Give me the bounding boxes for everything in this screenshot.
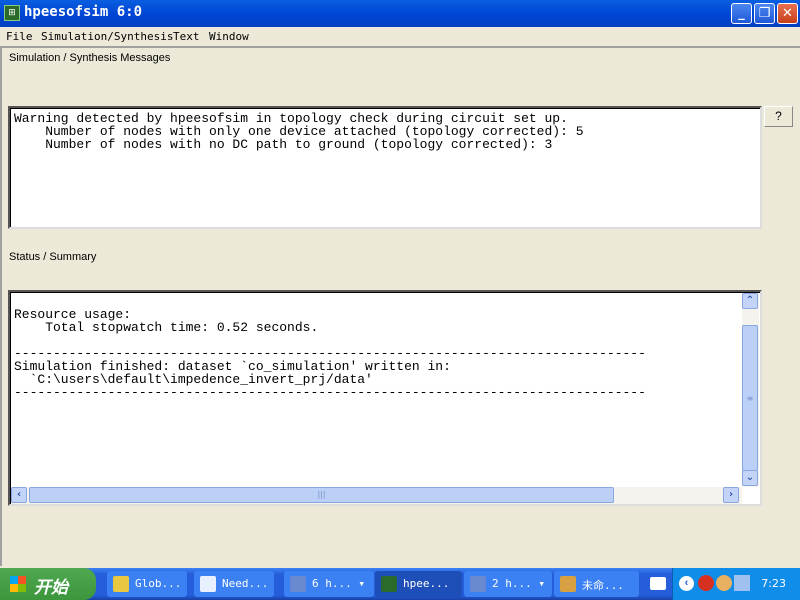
task-label: hpee... [403, 577, 450, 590]
task-glob[interactable]: Glob... [107, 571, 187, 597]
clock[interactable]: 7:23 [761, 577, 786, 590]
tray-app-icon[interactable] [716, 575, 732, 591]
ie-icon [200, 576, 216, 592]
menu-file[interactable]: File [6, 30, 33, 43]
ads-icon [470, 576, 486, 592]
task-label: Need... [222, 577, 269, 590]
window-title: hpeesofsim 6:0 [24, 4, 143, 20]
task-ads-2[interactable]: 2 h... ▾ [464, 571, 552, 597]
vertical-scrollbar[interactable]: ⌃ ≡ ⌄ [742, 293, 759, 487]
task-ads-6[interactable]: 6 h... ▾ [284, 571, 374, 597]
scroll-down-arrow-icon[interactable]: ⌄ [742, 470, 758, 486]
task-label: Glob... [135, 577, 182, 590]
app-icon [113, 576, 129, 592]
keyboard-icon[interactable] [650, 577, 666, 590]
close-button[interactable]: ✕ [777, 3, 798, 24]
task-label: 6 h... [312, 577, 352, 590]
restore-button[interactable]: ❐ [754, 3, 775, 24]
task-hpeesofsim[interactable]: hpee... [375, 571, 462, 597]
vertical-scroll-thumb[interactable]: ≡ [742, 325, 758, 471]
status-text-area[interactable]: Resource usage: Total stopwatch time: 0.… [8, 290, 762, 506]
ads-icon [290, 576, 306, 592]
horizontal-scrollbar[interactable]: ‹ ||| › [11, 487, 742, 504]
scroll-up-arrow-icon[interactable]: ⌃ [742, 293, 758, 309]
scroll-right-arrow-icon[interactable]: › [723, 487, 739, 503]
messages-label: Simulation / Synthesis Messages [9, 52, 171, 64]
menu-text[interactable]: Text [173, 30, 200, 43]
scroll-left-arrow-icon[interactable]: ‹ [11, 487, 27, 503]
menu-bar: File Simulation/Synthesis Text Window [0, 28, 800, 45]
task-paint[interactable]: 未命... [554, 571, 639, 597]
start-label: 开始 [34, 578, 68, 598]
messages-text-area[interactable]: Warning detected by hpeesofsim in topolo… [8, 106, 762, 229]
security-icon[interactable] [698, 575, 714, 591]
help-button[interactable]: ? [764, 106, 793, 127]
tray-expand-icon[interactable]: ‹ [679, 576, 694, 591]
status-label: Status / Summary [9, 251, 97, 263]
taskbar: 开始 Glob... Need... 6 h... ▾ hpee... 2 h.… [0, 568, 800, 600]
menu-window[interactable]: Window [209, 30, 249, 43]
windows-logo-icon [10, 576, 26, 592]
task-label: 未命... [582, 579, 624, 592]
network-icon[interactable] [734, 575, 750, 591]
horizontal-scroll-thumb[interactable]: ||| [29, 487, 614, 503]
task-need[interactable]: Need... [194, 571, 274, 597]
system-tray: ‹ 7:23 [672, 568, 800, 600]
app-icon [381, 576, 397, 592]
paint-icon [560, 576, 576, 592]
start-button[interactable]: 开始 [0, 568, 96, 600]
minimize-button[interactable]: _ [731, 3, 752, 24]
task-label: 2 h... [492, 577, 532, 590]
app-icon: ⊞ [4, 5, 20, 21]
title-bar: ⊞ hpeesofsim 6:0 _ ❐ ✕ [0, 0, 800, 27]
menu-simulation-synthesis[interactable]: Simulation/Synthesis [41, 30, 173, 43]
